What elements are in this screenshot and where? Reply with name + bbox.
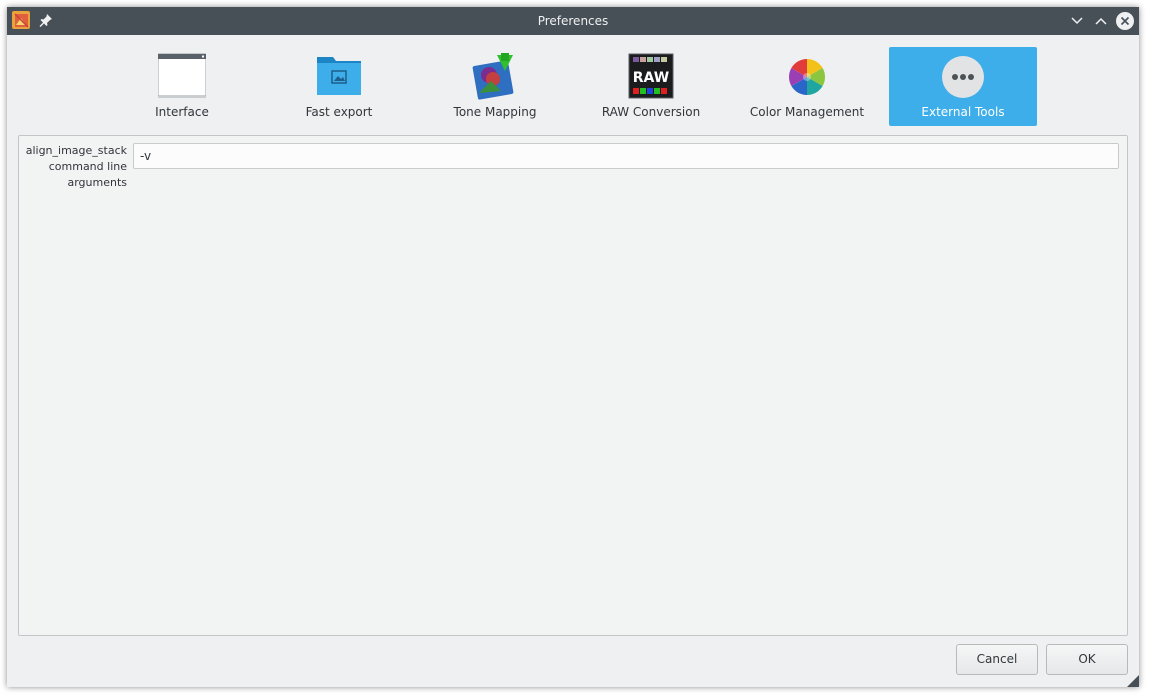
page-label: RAW Conversion [601, 105, 701, 119]
page-tone-mapping[interactable]: Tone Mapping [421, 47, 569, 126]
page-label: Color Management [749, 105, 865, 119]
color-wheel-icon [788, 58, 826, 95]
raw-icon-text: RAW [633, 70, 669, 86]
page-external-tools[interactable]: External Tools [889, 47, 1037, 126]
align-image-stack-args-input[interactable] [133, 143, 1119, 169]
page-selector: Interface Fast export Tone Mapping RAW R… [7, 35, 1139, 130]
more-dots-icon [942, 56, 984, 98]
page-interface[interactable]: Interface [108, 47, 256, 126]
page-fast-export[interactable]: Fast export [265, 47, 413, 126]
maximize-icon[interactable] [1091, 11, 1111, 31]
cancel-button[interactable]: Cancel [956, 644, 1038, 675]
page-raw-conversion[interactable]: RAW RAW Conversion [577, 47, 725, 126]
align-image-stack-label: align_image_stack command line arguments [25, 144, 127, 189]
preferences-window: Preferences Interface Fast export Tone M… [7, 7, 1139, 687]
page-color-management[interactable]: Color Management [733, 47, 881, 126]
page-label: External Tools [921, 105, 1005, 119]
tone-mapping-icon [472, 53, 514, 100]
resize-grip-icon[interactable] [1127, 675, 1139, 687]
title-bar[interactable]: Preferences [7, 7, 1139, 35]
ok-button[interactable]: OK [1046, 644, 1128, 675]
raw-icon: RAW [628, 53, 674, 99]
page-label: Interface [155, 105, 209, 119]
close-icon[interactable] [1115, 11, 1135, 31]
page-label: Fast export [305, 105, 373, 119]
page-label: Tone Mapping [453, 105, 537, 119]
external-tools-panel: align_image_stack command line arguments [18, 135, 1128, 636]
window-icon [158, 53, 206, 98]
minimize-icon[interactable] [1067, 11, 1087, 31]
window-title: Preferences [537, 14, 609, 28]
folder-image-icon [317, 57, 361, 95]
